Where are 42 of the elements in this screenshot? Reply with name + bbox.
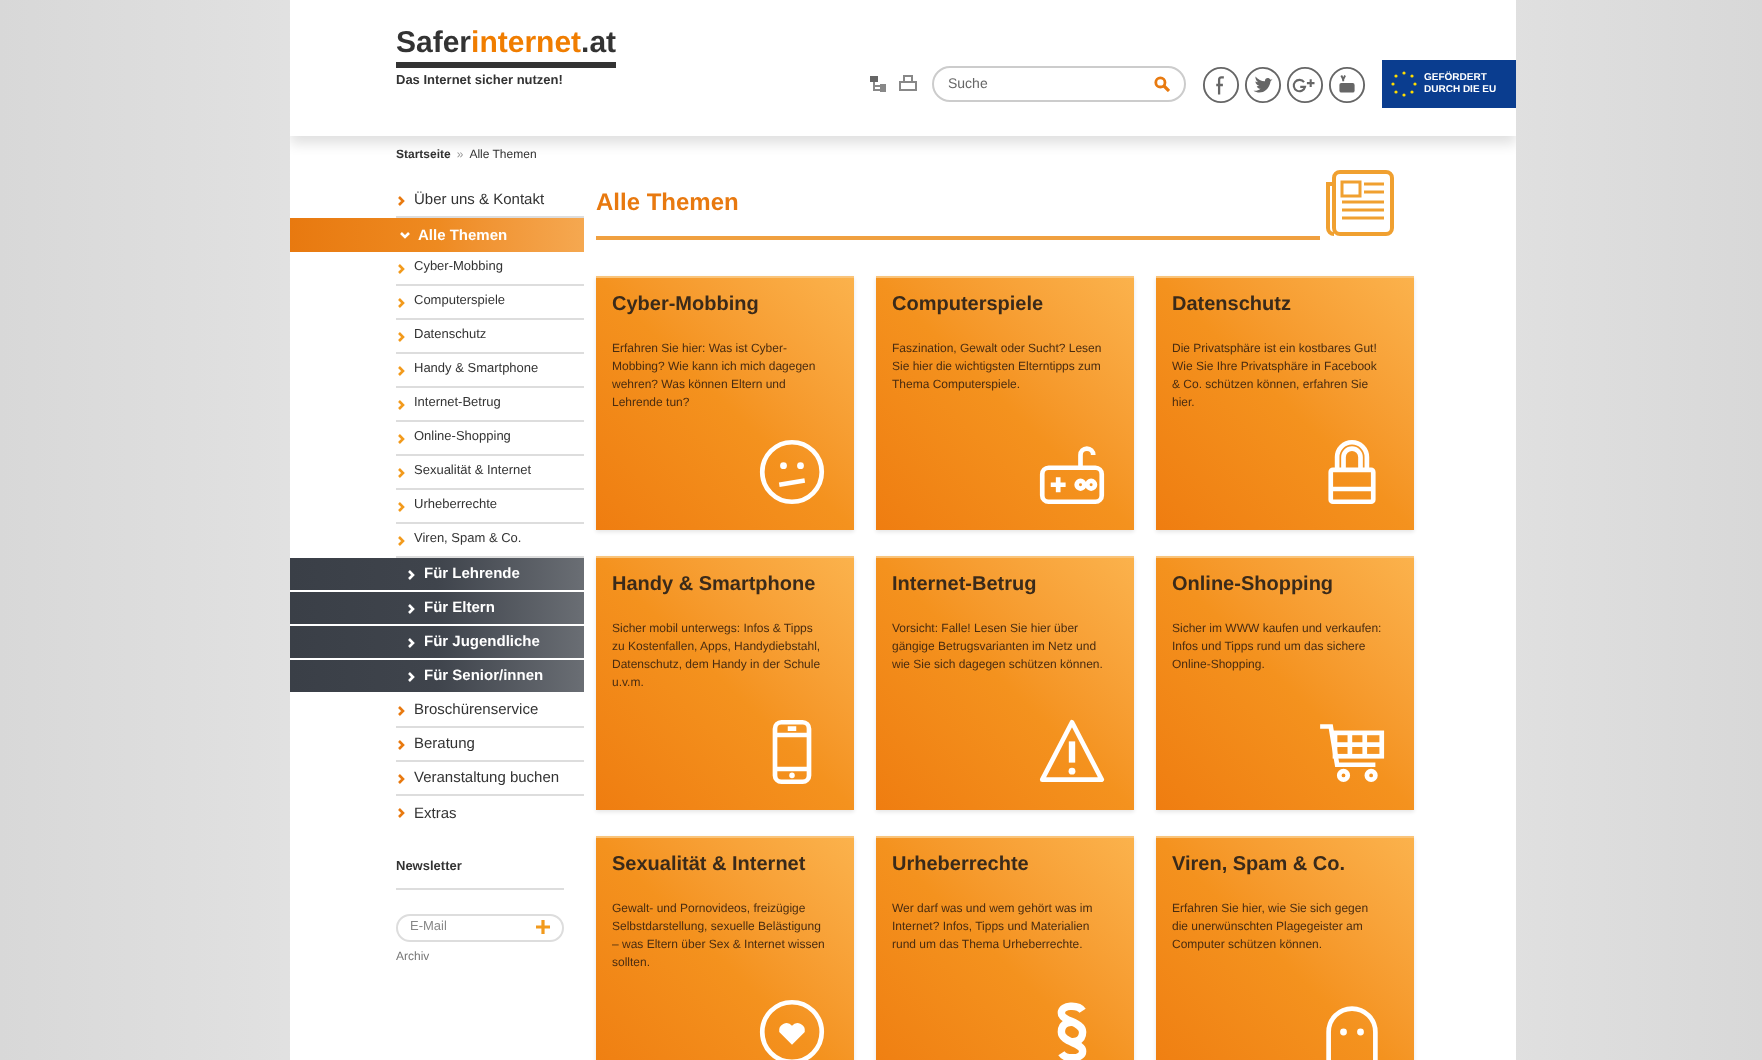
- card-title: Viren, Spam & Co.: [1172, 852, 1348, 880]
- chevron-right-icon: [396, 535, 406, 545]
- chevron-right-icon: [406, 637, 416, 647]
- chevron-right-icon: [396, 365, 406, 375]
- chevron-right-icon: [396, 705, 406, 715]
- chevron-right-icon: [396, 263, 406, 273]
- chevron-right-icon: [406, 603, 416, 613]
- chevron-right-icon: [396, 467, 406, 477]
- card-title: Computerspiele: [892, 292, 1046, 320]
- chevron-right-icon: [396, 195, 406, 205]
- heart-icon: [758, 998, 826, 1060]
- chevron-right-icon: [396, 739, 406, 749]
- chevron-right-icon: [396, 297, 406, 307]
- print-icon[interactable]: [898, 74, 918, 94]
- sitemap-icon[interactable]: [868, 74, 888, 94]
- warning-icon: [1038, 718, 1106, 786]
- chevron-right-icon: [396, 433, 406, 443]
- facebook-icon[interactable]: [1202, 65, 1240, 103]
- chevron-right-icon: [396, 399, 406, 409]
- chevron-right-icon: [396, 808, 406, 818]
- page-title: Alle Themen: [596, 186, 739, 220]
- youtube-icon[interactable]: [1328, 65, 1366, 103]
- twitter-icon[interactable]: [1244, 65, 1282, 103]
- smiley-icon: [758, 438, 826, 506]
- card-title: Internet-Betrug: [892, 572, 1039, 600]
- card-title: Online-Shopping: [1172, 572, 1336, 600]
- shopping-cart-icon: [1318, 718, 1386, 786]
- chevron-right-icon: [396, 773, 406, 783]
- newspaper-icon: [1324, 168, 1396, 240]
- eu-stars-icon: [1390, 70, 1418, 98]
- card-title: Urheberrechte: [892, 852, 1031, 880]
- search-icon[interactable]: [1154, 76, 1170, 92]
- caret-down-icon: [400, 230, 410, 240]
- chevron-right-icon: [406, 671, 416, 681]
- chevron-right-icon: [396, 331, 406, 341]
- card-title: Cyber-Mobbing: [612, 292, 761, 320]
- card-title: Datenschutz: [1172, 292, 1293, 320]
- chevron-right-icon: [406, 569, 416, 579]
- google-plus-icon[interactable]: [1286, 65, 1324, 103]
- chevron-right-icon: [396, 501, 406, 511]
- card-title: Handy & Smartphone: [612, 572, 818, 600]
- card-title: Sexualität & Internet: [612, 852, 808, 880]
